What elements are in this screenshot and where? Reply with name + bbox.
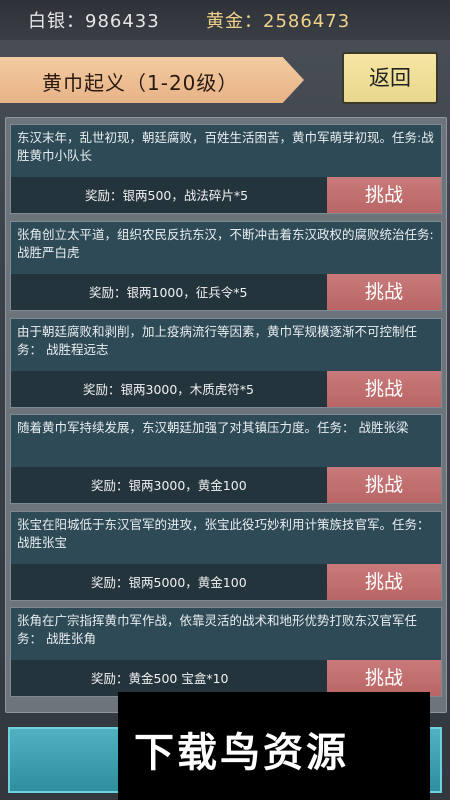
challenge-button[interactable]: 挑战	[327, 274, 441, 310]
quest-card: 张角创立太平道，组织农民反抗东汉，不断冲击着东汉政权的腐败统治任务:战胜严白虎 …	[10, 221, 442, 311]
quest-description: 东汉末年，乱世初现，朝廷腐败，百姓生活困苦，黄巾军萌芽初现。任务:战胜黄巾小队长	[17, 130, 434, 163]
quest-reward: 奖励：黄金500 宝盒*10	[91, 671, 229, 686]
challenge-button[interactable]: 挑战	[327, 177, 441, 213]
silver-label: 白银：	[28, 11, 85, 32]
quest-description: 由于朝廷腐败和剥削，加上疫病流行等因素，黄巾军规模逐渐不可控制任务： 战胜程远志	[17, 324, 418, 357]
chapter-title-banner: 黄巾起义（1-20级）	[0, 57, 304, 103]
quest-description: 张角创立太平道，组织农民反抗东汉，不断冲击着东汉政权的腐败统治任务:战胜严白虎	[17, 227, 434, 260]
quest-reward: 奖励：银两3000，黄金100	[91, 478, 247, 493]
silver-display: 白银：986433	[28, 7, 160, 33]
challenge-button[interactable]: 挑战	[327, 564, 441, 600]
challenge-button[interactable]: 挑战	[327, 660, 441, 696]
quest-card: 随着黄巾军持续发展，东汉朝廷加强了对其镇压力度。任务： 战胜张梁 奖励：银两30…	[10, 414, 442, 504]
gold-display: 黄金：2586473	[206, 7, 350, 33]
quest-reward: 奖励：银两3000，木质虎符*5	[83, 382, 255, 397]
silver-value: 986433	[85, 11, 160, 32]
chapter-title: 黄巾起义（1-20级）	[42, 71, 239, 95]
quest-card: 张角在广宗指挥黄巾军作战，依靠灵活的战术和地形优势打败东汉官军任务： 战胜张角 …	[10, 607, 442, 697]
quest-description: 张宝在阳城低于东汉官军的进攻，张宝此役巧妙利用计策族技官军。任务： 战胜张宝	[17, 517, 430, 550]
quest-card: 由于朝廷腐败和剥削，加上疫病流行等因素，黄巾军规模逐渐不可控制任务： 战胜程远志…	[10, 318, 442, 408]
back-button[interactable]: 返回	[342, 52, 438, 104]
quest-card: 张宝在阳城低于东汉官军的进攻，张宝此役巧妙利用计策族技官军。任务： 战胜张宝 奖…	[10, 511, 442, 601]
currency-bar: 白银：986433 黄金：2586473	[0, 0, 450, 40]
gold-value: 2586473	[263, 11, 351, 32]
challenge-button[interactable]: 挑战	[327, 467, 441, 503]
watermark-text: 下载鸟资源	[134, 730, 349, 776]
challenge-button[interactable]: 挑战	[327, 371, 441, 407]
quest-reward: 奖励：银两1000，征兵令*5	[89, 285, 248, 300]
gold-label: 黄金：	[206, 11, 263, 32]
quest-reward: 奖励：银两5000，黄金100	[91, 575, 247, 590]
watermark-overlay: 下载鸟资源	[118, 692, 430, 800]
quest-card: 东汉末年，乱世初现，朝廷腐败，百姓生活困苦，黄巾军萌芽初现。任务:战胜黄巾小队长…	[10, 124, 442, 214]
quest-list[interactable]: 东汉末年，乱世初现，朝廷腐败，百姓生活困苦，黄巾军萌芽初现。任务:战胜黄巾小队长…	[5, 117, 447, 713]
quest-description: 张角在广宗指挥黄巾军作战，依靠灵活的战术和地形优势打败东汉官军任务： 战胜张角	[17, 613, 418, 646]
quest-description: 随着黄巾军持续发展，东汉朝廷加强了对其镇压力度。任务： 战胜张梁	[17, 420, 409, 435]
quest-reward: 奖励：银两500，战法碎片*5	[85, 188, 249, 203]
